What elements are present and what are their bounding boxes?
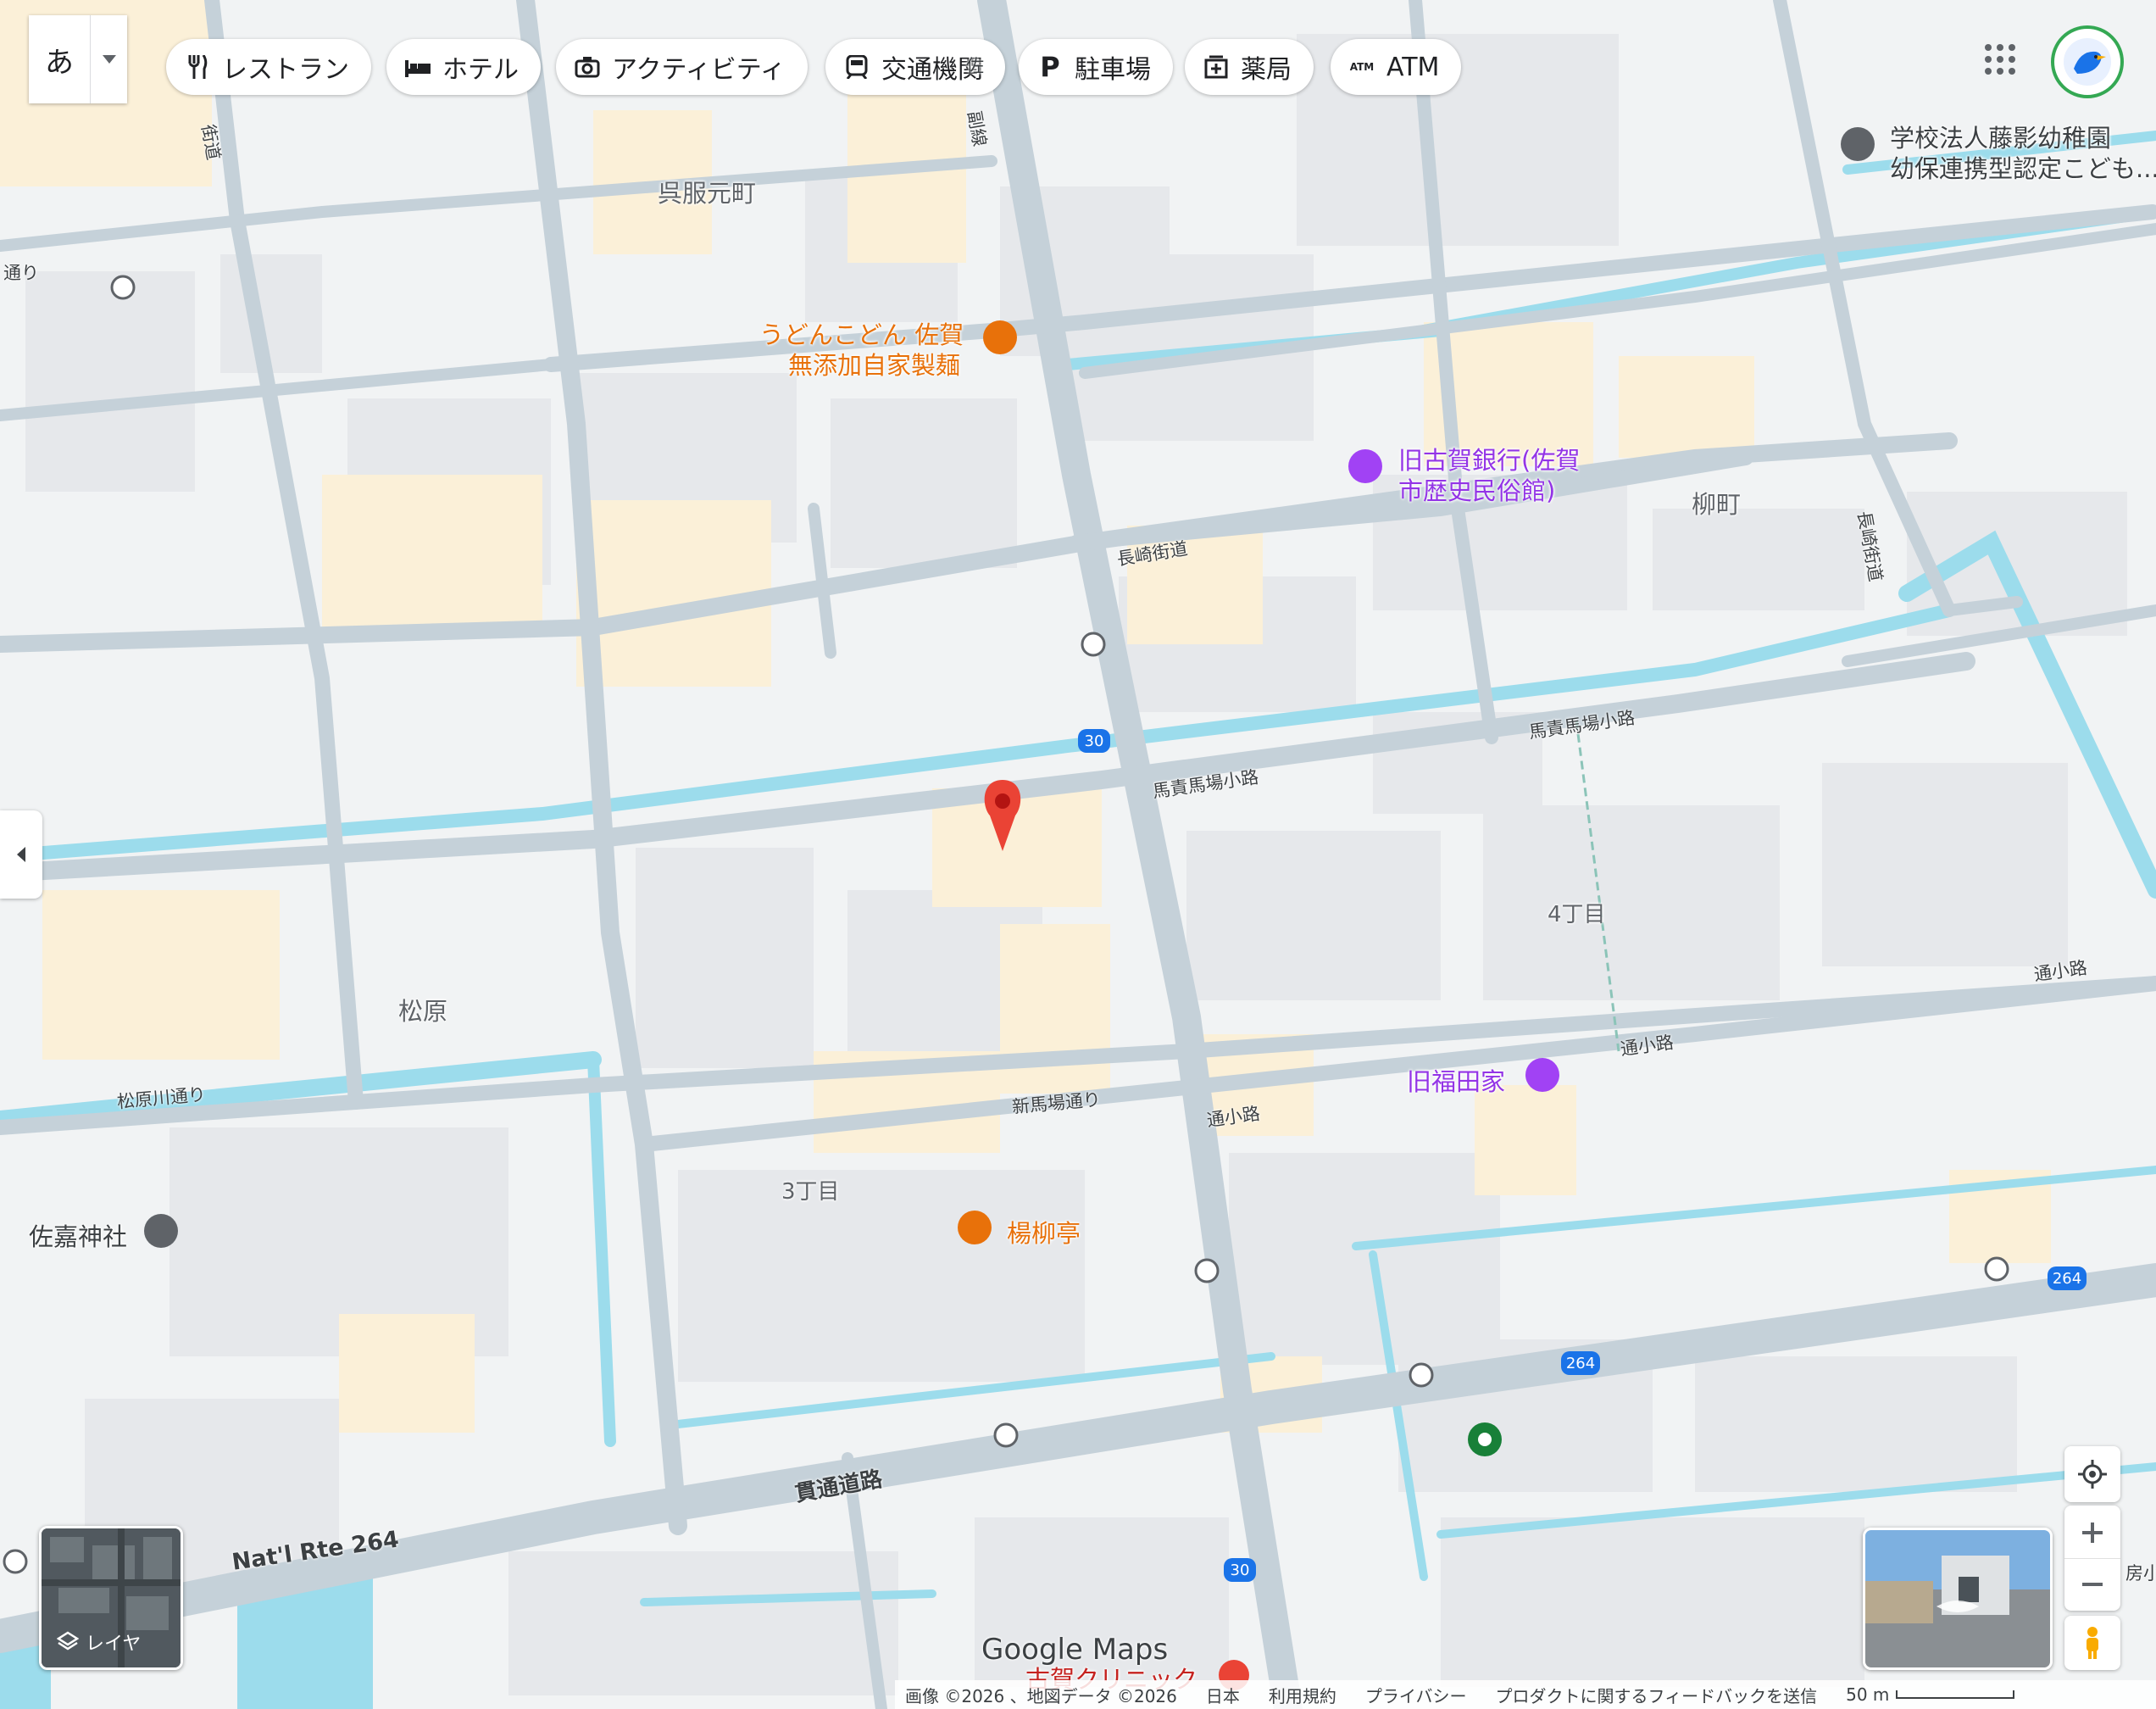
scale-bar[interactable]: 50 m — [1846, 1684, 2015, 1705]
pharmacy-icon — [1203, 54, 1229, 80]
camera-icon — [575, 54, 600, 80]
shrine-icon[interactable] — [144, 1214, 178, 1248]
shield-264b: 264 — [2053, 1270, 2081, 1288]
area-3chome: 3丁目 — [781, 1179, 840, 1205]
udon-restaurant-icon[interactable] — [983, 320, 1017, 354]
zoom-out-button[interactable] — [2064, 1559, 2120, 1610]
area-4chome: 4丁目 — [1548, 902, 1606, 927]
road-sa: 佐 — [966, 56, 984, 76]
pegman-icon — [2087, 1627, 2098, 1659]
fukuda-house-icon[interactable] — [1525, 1058, 1559, 1092]
chevron-down-icon[interactable] — [91, 15, 127, 103]
udon-sub-label[interactable]: 無添加自家製麺 — [788, 346, 960, 381]
shrine-label[interactable]: 佐嘉神社 — [29, 1217, 127, 1253]
apps-grid-icon[interactable] — [1983, 42, 2017, 76]
layers-button[interactable]: レイヤ — [39, 1526, 183, 1670]
privacy-link[interactable]: プライバシー — [1365, 1683, 1467, 1707]
chip-label: 駐車場 — [1075, 55, 1151, 85]
bank-museum-icon[interactable] — [1348, 449, 1382, 483]
zoom-controls — [2064, 1506, 2120, 1611]
street-view-preview[interactable] — [1863, 1528, 2053, 1670]
parking-icon: P — [1040, 51, 1060, 83]
bed-icon — [405, 54, 431, 80]
chip-label: レストラン — [222, 55, 349, 85]
chip-label: ATM — [1386, 52, 1440, 82]
chip-label: 薬局 — [1241, 55, 1292, 85]
country-link[interactable]: 日本 — [1206, 1683, 1240, 1707]
zoom-in-button[interactable] — [2064, 1507, 2120, 1559]
school-sub-label[interactable]: 幼保連携型認定こども... — [1890, 149, 2156, 185]
chip-restaurant[interactable]: レストラン — [166, 39, 371, 95]
google-maps-logo: Google Maps — [981, 1633, 1169, 1667]
yoryu-restaurant-icon[interactable] — [958, 1211, 992, 1244]
bird-icon — [2064, 38, 2111, 86]
area-gofuku: 呉服元町 — [658, 179, 757, 208]
my-location-button[interactable] — [2064, 1446, 2120, 1502]
crosshair-icon — [2078, 1460, 2107, 1489]
train-icon — [844, 54, 870, 80]
area-yanagi: 柳町 — [1692, 490, 1742, 519]
bank-sub-label[interactable]: 市歴史民俗館) — [1398, 471, 1555, 507]
feedback-link[interactable]: プロダクトに関するフィードバックを送信 — [1495, 1683, 1817, 1707]
chip-label: アクティビティ — [612, 55, 786, 85]
imagery-attribution: 画像 ©2026 、地図データ ©2026 — [905, 1685, 1177, 1706]
street-view-thumbnail — [1865, 1530, 2050, 1667]
chip-label: ホテル — [442, 55, 519, 85]
road-dori: 通り — [3, 263, 39, 283]
side-panel-toggle[interactable] — [0, 810, 42, 899]
minus-icon — [2082, 1582, 2103, 1586]
chip-atm[interactable]: ATM ATM — [1331, 39, 1462, 95]
map-canvas[interactable]: 30 30 264 264 — [0, 0, 2156, 1709]
yoryu-label[interactable]: 楊柳亭 — [1007, 1214, 1081, 1250]
atm-icon: ATM — [1349, 61, 1375, 73]
area-matsubara: 松原 — [398, 997, 448, 1026]
chip-activity[interactable]: アクティビティ — [556, 39, 808, 95]
layers-icon — [57, 1631, 79, 1651]
terms-link[interactable]: 利用規約 — [1269, 1683, 1336, 1707]
plus-icon — [2082, 1522, 2103, 1543]
chevron-left-icon — [17, 847, 25, 862]
scale-label: 50 m — [1846, 1684, 1890, 1705]
school-icon[interactable] — [1841, 127, 1875, 161]
chip-hotel[interactable]: ホテル — [386, 39, 541, 95]
layers-label: レイヤ — [86, 1634, 142, 1655]
language-label: あ — [29, 15, 91, 103]
map-footer: 画像 ©2026 、地図データ ©2026 日本 利用規約 プライバシー プロダ… — [895, 1680, 2156, 1709]
road-bou: 房小 — [2125, 1563, 2156, 1584]
shield-30a: 30 — [1085, 732, 1104, 750]
chip-pharmacy[interactable]: 薬局 — [1185, 39, 1314, 95]
shield-264a: 264 — [1566, 1355, 1595, 1372]
shield-30b: 30 — [1231, 1561, 1250, 1579]
fork-knife-icon — [185, 54, 210, 80]
chip-parking[interactable]: P 駐車場 — [1019, 39, 1173, 95]
pegman-button[interactable] — [2064, 1616, 2120, 1670]
scale-line — [1896, 1690, 2015, 1699]
account-avatar[interactable] — [2051, 25, 2124, 98]
input-language-toggle[interactable]: あ — [29, 15, 127, 103]
fukuda-label[interactable]: 旧福田家 — [1407, 1062, 1505, 1098]
